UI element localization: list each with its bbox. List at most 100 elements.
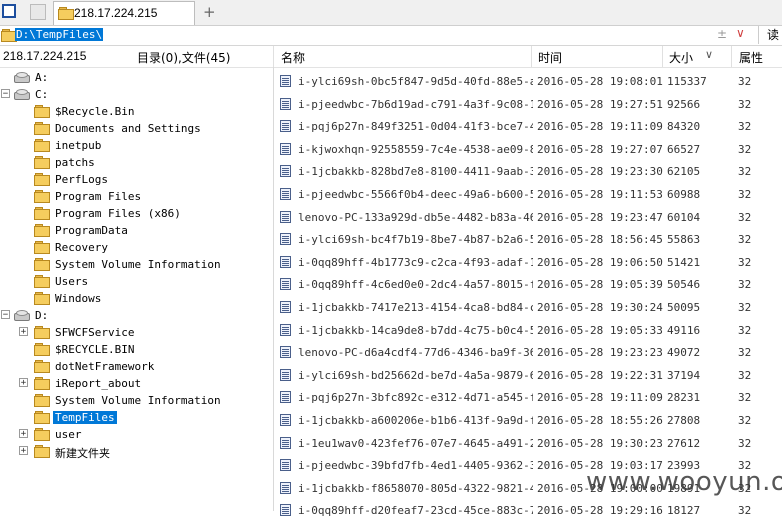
file-time: 2016-05-28 19:06:50	[537, 255, 663, 269]
file-row[interactable]: i-ylci69sh-bd25662d-be7d-4a5a-9879-6... 2…	[277, 367, 782, 384]
tab-connection[interactable]: 218.17.224.215	[53, 1, 195, 25]
new-tab-icon[interactable]: +	[203, 3, 216, 21]
tree-item-label: user	[55, 428, 82, 441]
column-time[interactable]: 时间	[538, 49, 562, 66]
file-size: 50095	[667, 301, 701, 314]
tree-item-label: Recovery	[55, 241, 108, 254]
tree-item[interactable]: $RECYCLE.BIN	[0, 341, 272, 358]
file-row[interactable]: lenovo-PC-d6a4cdf4-77d6-4346-ba9f-36... 2…	[277, 344, 782, 361]
file-name: i-pjeedwbc-7b6d19ad-c791-4a3f-9c08-1...	[298, 97, 533, 111]
file-row[interactable]: i-pqj6p27n-3bfc892c-e312-4d71-a545-f... 2…	[277, 389, 782, 406]
window-icon[interactable]	[2, 4, 16, 18]
file-time: 2016-05-28 19:11:09	[537, 120, 663, 134]
file-icon	[280, 120, 291, 133]
tree-item-label: Program Files	[55, 190, 142, 203]
expand-icon[interactable]: +	[19, 429, 28, 439]
file-size: 92566	[667, 97, 701, 111]
tree-item[interactable]: + 新建文件夹	[0, 443, 272, 460]
file-row[interactable]: i-1jcbakkb-828bd7e8-8100-4411-9aab-3... 2…	[277, 163, 782, 180]
folder-icon	[34, 360, 50, 373]
file-row[interactable]: i-1jcbakkb-a600206e-b1b6-413f-9a9d-f... 2…	[277, 412, 782, 429]
file-time: 2016-05-28 18:56:45	[537, 233, 663, 247]
tab-bar: 218.17.224.215 +	[0, 0, 782, 26]
file-row[interactable]: i-ylci69sh-0bc5f847-9d5d-40fd-88e5-a... 2…	[277, 73, 782, 90]
watermark: www.wooyun.org	[586, 467, 782, 497]
tree-item[interactable]: ProgramData	[0, 222, 272, 239]
file-name: lenovo-PC-d6a4cdf4-77d6-4346-ba9f-36...	[298, 346, 533, 360]
file-row[interactable]: i-0qq89hff-4c6ed0e0-2dc4-4a57-8015-f... 2…	[277, 276, 782, 293]
tree-item[interactable]: − D:	[0, 307, 272, 324]
pane-splitter[interactable]	[273, 67, 274, 511]
expand-icon[interactable]: +	[19, 446, 28, 456]
file-row[interactable]: i-1eu1wav0-423fef76-07e7-4645-a491-2... 2…	[277, 435, 782, 452]
add-bookmark-icon[interactable]: ±	[717, 27, 727, 41]
drive-icon	[14, 89, 30, 100]
file-row[interactable]: i-kjwoxhqn-92558559-7c4e-4538-ae09-8... 2…	[277, 141, 782, 158]
file-name: i-0qq89hff-4b1773c9-c2ca-4f93-adaf-1...	[298, 255, 533, 269]
file-attr: 32	[738, 120, 752, 134]
tree-item-label: iReport_about	[55, 377, 142, 390]
file-row[interactable]: i-pjeedwbc-5566f0b4-deec-49a6-b600-5... 2…	[277, 186, 782, 203]
collapse-icon[interactable]: −	[1, 310, 10, 320]
tree-item-label: inetpub	[55, 139, 102, 152]
file-row[interactable]: i-pjeedwbc-7b6d19ad-c791-4a3f-9c08-1... 2…	[277, 96, 782, 113]
tree-item-label: System Volume Information	[55, 394, 221, 407]
tree-item[interactable]: Users	[0, 273, 272, 290]
file-time: 2016-05-28 19:30:23	[537, 436, 663, 450]
folder-icon	[34, 411, 50, 424]
tree-item[interactable]: Windows	[0, 290, 272, 307]
tree-item-label: TempFiles	[53, 411, 117, 424]
tree-item-label: patchs	[55, 156, 95, 169]
file-row[interactable]: i-ylci69sh-bc4f7b19-8be7-4b87-b2a6-5... 2…	[277, 231, 782, 248]
file-attr: 32	[738, 436, 752, 450]
collapse-icon[interactable]: −	[1, 89, 10, 99]
file-name: i-1jcbakkb-7417e213-4154-4ca8-bd84-c...	[298, 301, 533, 314]
tree-item[interactable]: System Volume Information	[0, 256, 272, 273]
column-header: 218.17.224.215 目录(0),文件(45) 名称 时间 大小 ∨ 属…	[0, 46, 782, 68]
file-size: 50546	[667, 278, 701, 292]
file-row[interactable]: i-pqj6p27n-849f3251-0d04-41f3-bce7-4... 2…	[277, 118, 782, 135]
file-row[interactable]: lenovo-PC-133a929d-db5e-4482-b83a-46... 2…	[277, 209, 782, 226]
tree-item[interactable]: + SFWCFService	[0, 324, 272, 341]
tree-item-label: PerfLogs	[55, 173, 108, 186]
file-name: i-1jcbakkb-828bd7e8-8100-4411-9aab-3...	[298, 165, 533, 179]
read-button[interactable]: 读	[758, 26, 782, 44]
tree-item[interactable]: inetpub	[0, 137, 272, 154]
tree-item[interactable]: System Volume Information	[0, 392, 272, 409]
folder-icon	[34, 445, 50, 458]
tree-item[interactable]: patchs	[0, 154, 272, 171]
file-size: 66527	[667, 142, 701, 156]
file-icon	[280, 301, 291, 313]
folder-icon	[34, 190, 50, 203]
file-row[interactable]: i-1jcbakkb-7417e213-4154-4ca8-bd84-c... 2…	[277, 299, 782, 316]
column-name[interactable]: 名称	[281, 49, 305, 66]
tree-item[interactable]: Program Files	[0, 188, 272, 205]
file-attr: 32	[738, 97, 752, 111]
tree-item[interactable]: A:	[0, 69, 272, 86]
tree-item[interactable]: TempFiles	[0, 409, 272, 426]
chevron-down-icon[interactable]: ∨	[736, 26, 745, 40]
file-attr: 32	[738, 301, 752, 314]
tree-item[interactable]: Documents and Settings	[0, 120, 272, 137]
column-size[interactable]: 大小	[669, 49, 693, 66]
tree-item[interactable]: $Recycle.Bin	[0, 103, 272, 120]
column-attr[interactable]: 属性	[739, 49, 763, 66]
tree-item[interactable]: dotNetFramework	[0, 358, 272, 375]
file-row[interactable]: i-0qq89hff-4b1773c9-c2ca-4f93-adaf-1... 2…	[277, 254, 782, 271]
file-time: 2016-05-28 19:27:51	[537, 97, 663, 111]
expand-icon[interactable]: +	[19, 327, 28, 337]
tree-item[interactable]: Recovery	[0, 239, 272, 256]
tree-item[interactable]: Program Files (x86)	[0, 205, 272, 222]
tree-item[interactable]: + user	[0, 426, 272, 443]
file-time: 2016-05-28 19:30:24	[537, 301, 663, 314]
folder-icon	[34, 326, 50, 339]
path-input[interactable]: D:\TempFiles\	[15, 28, 755, 43]
file-attr: 32	[738, 75, 752, 88]
tree-item[interactable]: PerfLogs	[0, 171, 272, 188]
tree-item[interactable]: − C:	[0, 86, 272, 103]
file-row[interactable]: i-1jcbakkb-14ca9de8-b7dd-4c75-b0c4-5... 2…	[277, 322, 782, 339]
blank-page-icon[interactable]	[30, 4, 46, 20]
expand-icon[interactable]: +	[19, 378, 28, 388]
file-icon	[280, 504, 291, 517]
tree-item[interactable]: + iReport_about	[0, 375, 272, 392]
